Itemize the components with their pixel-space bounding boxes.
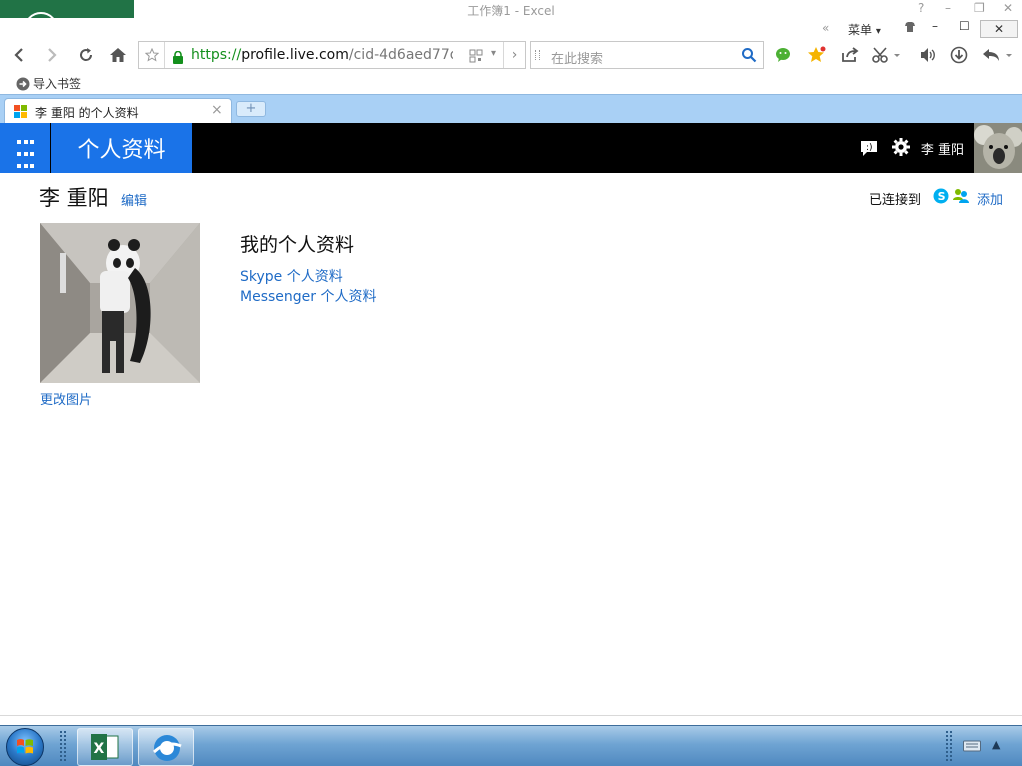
menu-button[interactable]: 菜单 ▾ bbox=[848, 21, 881, 38]
browser-taskbar-button[interactable] bbox=[138, 728, 194, 766]
url-text[interactable]: https://profile.live.com/cid-4d6aed77dd bbox=[191, 47, 453, 63]
feedback-icon[interactable]: :) bbox=[860, 139, 878, 161]
site-title[interactable]: 个人资料 bbox=[51, 123, 192, 173]
profile-photo[interactable] bbox=[40, 223, 200, 383]
search-icon[interactable] bbox=[741, 47, 757, 67]
change-photo-link[interactable]: 更改图片 bbox=[40, 389, 92, 408]
favorites-icon[interactable] bbox=[805, 43, 829, 67]
search-grip bbox=[535, 50, 540, 60]
browser-maximize-button[interactable]: ☐ bbox=[959, 19, 970, 33]
go-icon[interactable]: › bbox=[503, 42, 525, 68]
close-tab-icon[interactable]: × bbox=[211, 102, 223, 118]
address-bar[interactable]: https://profile.live.com/cid-4d6aed77dd … bbox=[138, 41, 526, 69]
profile-name: 李 重阳 bbox=[39, 186, 109, 210]
browser-close-button[interactable]: ✕ bbox=[980, 20, 1018, 38]
svg-text:X: X bbox=[94, 741, 105, 757]
window-titlebar: 工作簿1 - Excel ? – ❐ ✕ bbox=[0, 0, 1022, 18]
gear-icon[interactable] bbox=[891, 137, 911, 161]
tab-bar: 李 重阳 的个人资料 × + bbox=[0, 94, 1022, 124]
keyboard-icon[interactable] bbox=[963, 738, 981, 757]
help-button[interactable]: ? bbox=[918, 1, 924, 15]
messenger-icon[interactable] bbox=[952, 188, 970, 208]
site-header: 个人资料 :) 李 重阳 bbox=[0, 123, 1022, 173]
add-link[interactable]: 添加 bbox=[977, 189, 1003, 208]
back-icon[interactable] bbox=[7, 43, 31, 67]
undo-icon[interactable] bbox=[980, 43, 1016, 67]
wechat-icon[interactable] bbox=[772, 43, 796, 67]
sound-icon[interactable] bbox=[916, 43, 940, 67]
window-title: 工作簿1 - Excel bbox=[467, 4, 555, 18]
browser-icon bbox=[152, 735, 182, 761]
browser-minimize-button[interactable]: – bbox=[932, 19, 938, 33]
new-tab-button[interactable]: + bbox=[236, 101, 266, 117]
taskbar-grip bbox=[60, 731, 66, 761]
menu-label: 菜单 bbox=[848, 23, 873, 37]
browser-toolbar: https://profile.live.com/cid-4d6aed77dd … bbox=[0, 40, 1022, 70]
url-dropdown-icon[interactable]: ▾ bbox=[491, 48, 496, 59]
share-icon[interactable] bbox=[838, 43, 862, 67]
header-username[interactable]: 李 重阳 bbox=[921, 139, 964, 158]
download-icon[interactable] bbox=[947, 43, 971, 67]
tab-profile[interactable]: 李 重阳 的个人资料 × bbox=[4, 98, 232, 124]
qr-icon[interactable] bbox=[469, 48, 483, 67]
star-icon[interactable] bbox=[139, 42, 165, 68]
forward-icon[interactable] bbox=[40, 43, 64, 67]
tray-grip bbox=[946, 731, 952, 761]
skin-icon[interactable] bbox=[904, 21, 916, 36]
waffle-icon[interactable] bbox=[0, 123, 50, 173]
chevron-down-icon: ▾ bbox=[875, 26, 881, 37]
tray-expand-icon[interactable]: ▲ bbox=[992, 738, 1000, 751]
svg-text::): :) bbox=[866, 143, 873, 153]
import-bookmarks-label: 导入书签 bbox=[33, 77, 82, 91]
status-bar bbox=[0, 715, 1022, 725]
skype-profile-link[interactable]: Skype 个人资料 bbox=[240, 266, 343, 286]
connected-label: 已连接到 bbox=[869, 193, 922, 208]
section-heading: 我的个人资料 bbox=[240, 234, 355, 256]
messenger-profile-link[interactable]: Messenger 个人资料 bbox=[240, 286, 376, 306]
microsoft-icon bbox=[14, 105, 28, 119]
browser-menu-row: « 菜单 ▾ – ☐ ✕ bbox=[0, 18, 1022, 40]
minimize-button[interactable]: – bbox=[945, 1, 951, 15]
lock-icon bbox=[172, 49, 184, 64]
home-icon[interactable] bbox=[106, 43, 130, 67]
edit-link[interactable]: 编辑 bbox=[121, 190, 147, 209]
restore-button[interactable]: ❐ bbox=[974, 1, 985, 15]
search-box[interactable]: 在此搜索 bbox=[530, 41, 764, 69]
collapse-icon[interactable]: « bbox=[822, 21, 829, 35]
close-window-button[interactable]: ✕ bbox=[1003, 1, 1013, 15]
import-icon bbox=[16, 77, 30, 90]
scissors-icon[interactable] bbox=[870, 43, 904, 67]
import-bookmarks-button[interactable]: 导入书签 bbox=[16, 75, 81, 92]
tab-title: 李 重阳 的个人资料 bbox=[35, 106, 139, 120]
excel-taskbar-button[interactable]: X bbox=[77, 728, 133, 766]
excel-icon: X bbox=[91, 734, 119, 760]
reload-icon[interactable] bbox=[74, 43, 98, 67]
search-input[interactable]: 在此搜索 bbox=[551, 48, 603, 67]
url-scheme: https:// bbox=[191, 47, 242, 63]
bookmarks-bar: 导入书签 bbox=[0, 70, 1022, 94]
skype-icon[interactable]: S bbox=[933, 188, 949, 208]
header-avatar[interactable] bbox=[974, 123, 1022, 173]
url-host: profile.live.com bbox=[241, 47, 349, 63]
svg-text:S: S bbox=[938, 190, 946, 203]
url-path: /cid-4d6aed77dd bbox=[348, 47, 453, 63]
taskbar: X ▲ bbox=[0, 725, 1022, 766]
windows-start-icon[interactable] bbox=[6, 728, 44, 766]
